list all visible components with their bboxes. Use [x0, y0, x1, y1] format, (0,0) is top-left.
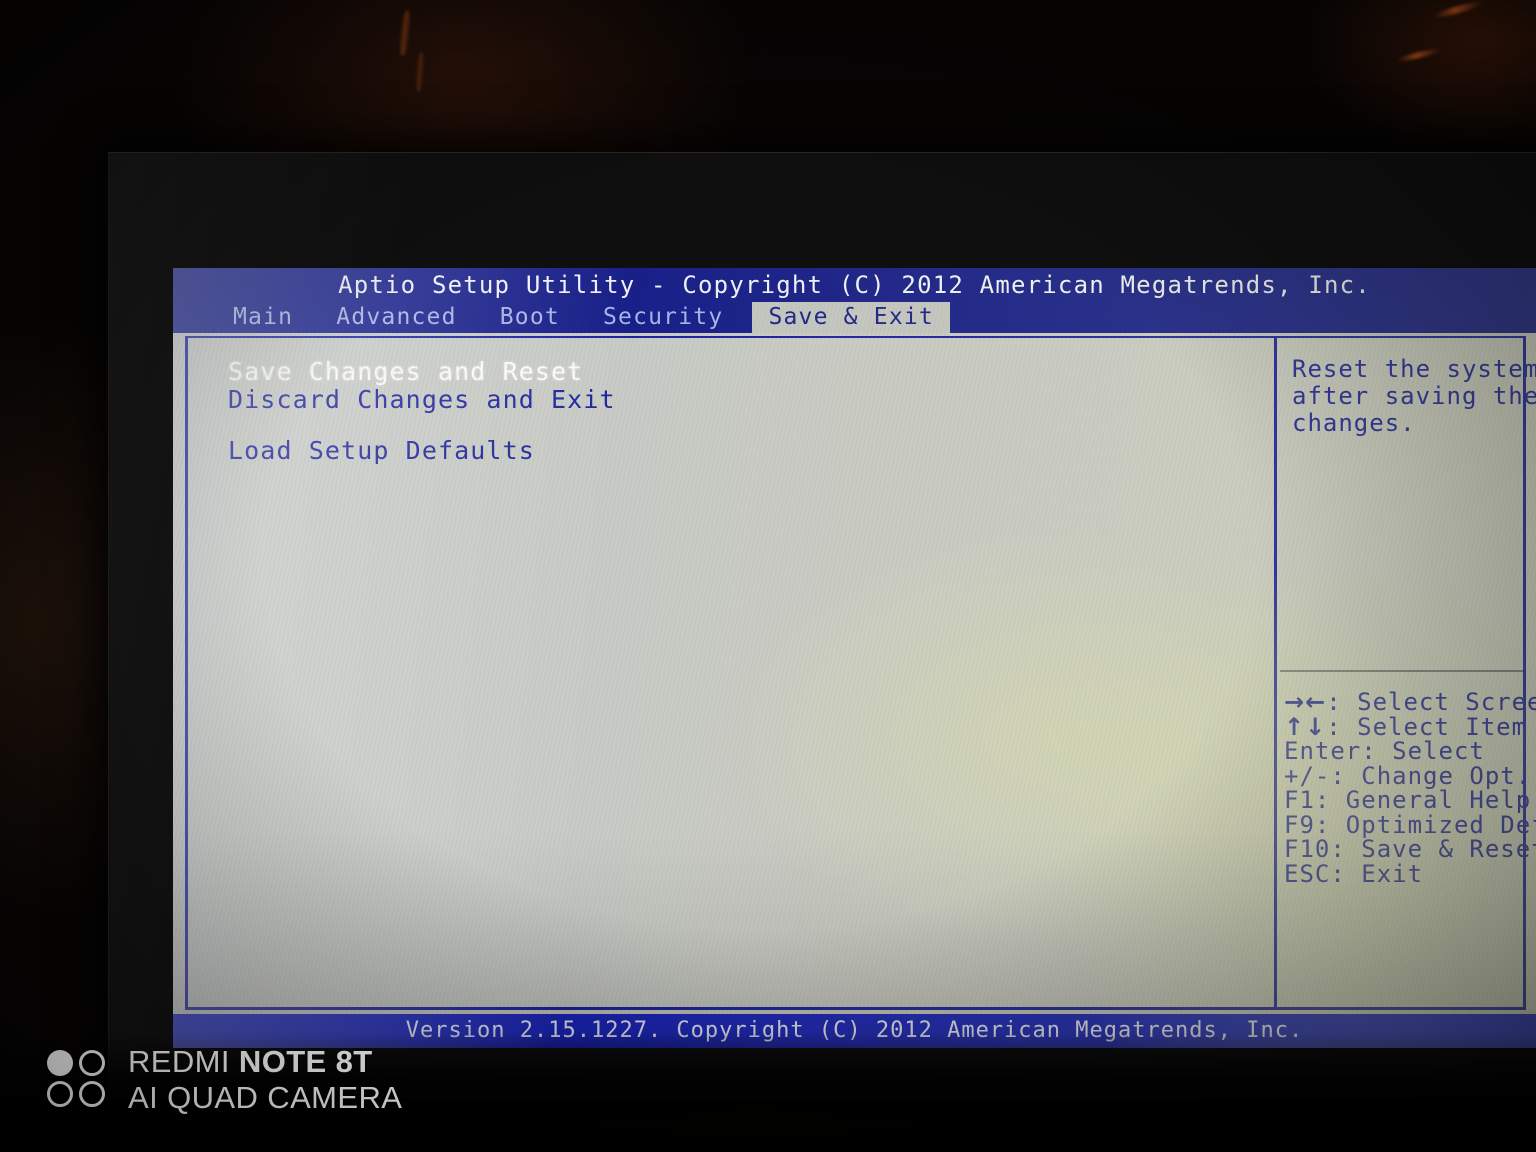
panel-divider-horizontal — [1280, 670, 1523, 672]
tab-boot[interactable]: Boot — [486, 302, 574, 333]
key-legend: →←: Select Screen ↑↓: Select Item Enter:… — [1284, 690, 1536, 886]
key-legend-general-help: F1: General Help — [1284, 786, 1532, 814]
tab-security[interactable]: Security — [589, 302, 737, 333]
key-legend-change-opt: +/-: Change Opt. — [1284, 761, 1532, 790]
panel-divider-vertical — [1274, 338, 1277, 1007]
menu-item-save-changes-and-reset[interactable]: Save Changes and Reset — [228, 358, 1228, 386]
light-streak — [414, 51, 426, 93]
watermark-tagline: AI QUAD CAMERA — [128, 1080, 403, 1116]
watermark-model: NOTE 8T — [238, 1044, 373, 1080]
camera-lens-dot — [47, 1050, 73, 1077]
camera-lens-ring — [47, 1081, 73, 1108]
key-legend-exit: ESC: Exit — [1284, 859, 1424, 886]
camera-lens-ring — [79, 1081, 105, 1108]
key-legend-enter: Enter: Select — [1284, 737, 1485, 765]
camera-watermark: REDMI NOTE 8T AI QUAD CAMERA — [46, 1044, 402, 1116]
key-legend-save-and-reset: F10: Save & Reset — [1284, 835, 1536, 863]
photo-scene: Aptio Setup Utility - Copyright (C) 2012… — [0, 0, 1536, 1152]
tab-advanced[interactable]: Advanced — [322, 302, 470, 333]
menu-gap — [228, 414, 1228, 437]
watermark-brand: REDMI — [128, 1044, 239, 1080]
version-footer: Version 2.15.1227. Copyright (C) 2012 Am… — [173, 1014, 1536, 1048]
tab-save-exit[interactable]: Save & Exit — [752, 302, 950, 333]
tab-main[interactable]: Main — [219, 302, 307, 333]
help-panel: Reset the system after saving the change… — [1292, 356, 1536, 437]
menu-tab-bar: Main Advanced Boot Security Save & Exit — [173, 302, 1536, 333]
content-frame: Save Changes and Reset Discard Changes a… — [185, 336, 1536, 1010]
content-frame-inner: Save Changes and Reset Discard Changes a… — [188, 338, 1536, 1007]
setup-menu-list: Save Changes and Reset Discard Changes a… — [228, 358, 1228, 465]
camera-lens-ring — [79, 1050, 105, 1077]
menu-item-discard-changes-and-exit[interactable]: Discard Changes and Exit — [228, 386, 1228, 414]
watermark-text: REDMI NOTE 8T AI QUAD CAMERA — [128, 1044, 402, 1116]
key-legend-select-item: ↑↓: Select Item — [1284, 714, 1536, 740]
light-streak — [1395, 46, 1443, 64]
key-legend-optimized-defaults: F9: Optimized Defaul — [1284, 810, 1536, 839]
help-text-line-3: changes. — [1292, 409, 1416, 437]
quad-camera-icon — [46, 1048, 110, 1112]
key-legend-select-screen: →←: Select Screen — [1284, 690, 1536, 715]
help-text-line-1: Reset the system — [1292, 355, 1536, 383]
light-streak — [1432, 0, 1484, 21]
bios-screen: Aptio Setup Utility - Copyright (C) 2012… — [173, 268, 1536, 1048]
help-text-line-2: after saving the — [1292, 382, 1536, 410]
menu-item-load-setup-defaults[interactable]: Load Setup Defaults — [228, 437, 1228, 465]
light-streak — [397, 9, 413, 57]
page-title: Aptio Setup Utility - Copyright (C) 2012… — [173, 268, 1536, 302]
watermark-brand-line: REDMI NOTE 8T — [128, 1044, 402, 1080]
